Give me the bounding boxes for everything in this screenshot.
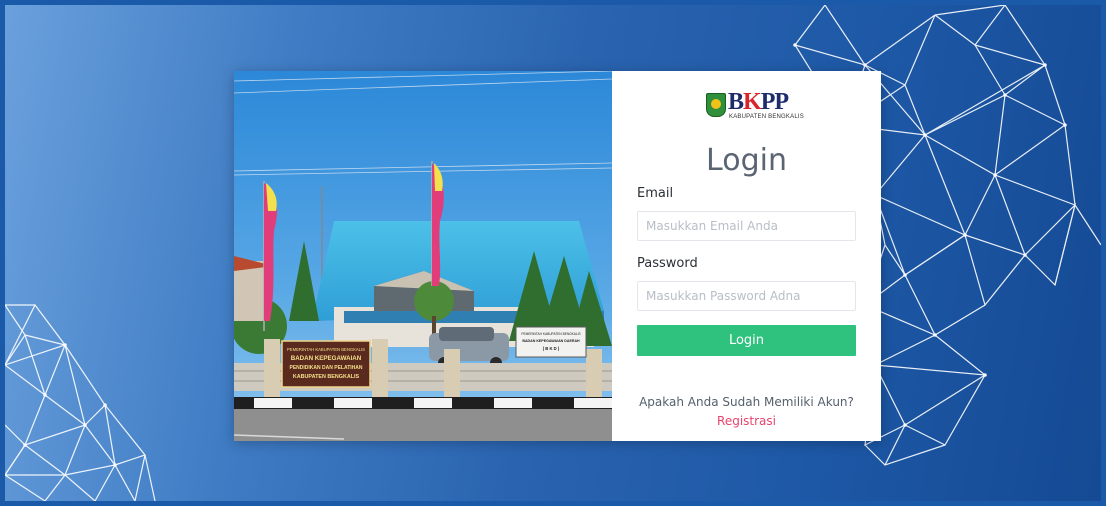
register-question: Apakah Anda Sudah Memiliki Akun?	[639, 395, 854, 409]
office-building-photo: PEMERINTAH KABUPATEN BENGKALIS BADAN KEP…	[234, 71, 612, 441]
register-link[interactable]: Registrasi	[612, 414, 881, 428]
login-panel: BKPP KABUPATEN BENGKALIS Login Email Pas…	[612, 71, 881, 441]
emblem-icon	[706, 93, 726, 117]
password-input[interactable]	[637, 281, 856, 311]
sign-left-line-3: PENDIDIKAN DAN PELATIHAN	[290, 365, 363, 371]
building-illustration: PEMERINTAH KABUPATEN BENGKALIS BADAN KEP…	[234, 71, 612, 441]
login-button[interactable]: Login	[637, 325, 856, 356]
logo-subtitle: KABUPATEN BENGKALIS	[729, 114, 804, 120]
sign-right-line-3: ( B K D )	[543, 346, 560, 351]
password-label: Password	[637, 256, 698, 271]
sign-right-line-2: BADAN KEPEGAWAIAN DAERAH	[522, 339, 580, 343]
login-card: PEMERINTAH KABUPATEN BENGKALIS BADAN KEP…	[234, 71, 881, 441]
logo-wordmark: BKPP	[728, 89, 789, 115]
email-input[interactable]	[637, 211, 856, 241]
page-background: PEMERINTAH KABUPATEN BENGKALIS BADAN KEP…	[5, 5, 1101, 501]
bkpp-logo: BKPP KABUPATEN BENGKALIS	[706, 89, 804, 121]
sign-left-line-4: KABUPATEN BENGKALIS	[293, 374, 360, 380]
sign-left-line-1: PEMERINTAH KABUPATEN BENGKALIS	[287, 347, 365, 352]
email-label: Email	[637, 186, 674, 201]
page-title: Login	[706, 143, 787, 178]
sign-left-line-2: BADAN KEPEGAWAIAN	[291, 355, 362, 362]
sign-right-line-1: PEMERINTAH KABUPATEN BENGKALIS	[521, 332, 580, 336]
